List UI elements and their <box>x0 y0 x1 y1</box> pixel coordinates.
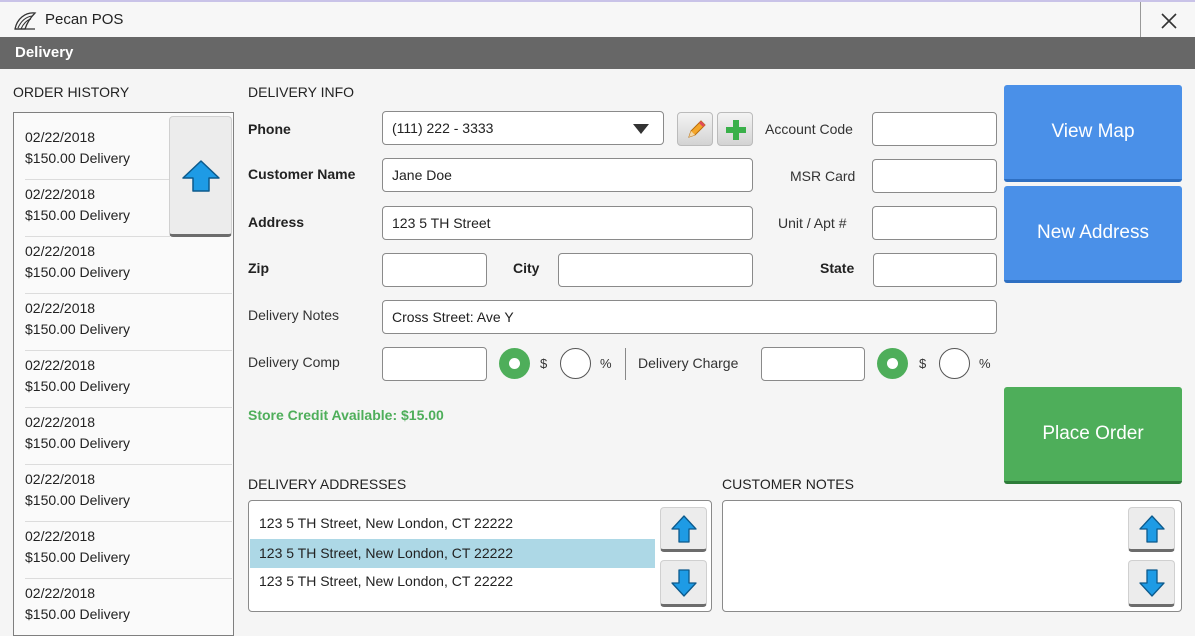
new-address-button[interactable]: New Address <box>1004 186 1182 283</box>
charge-percent-radio[interactable] <box>939 348 970 379</box>
charge-percent-label: % <box>979 356 991 371</box>
delivery-notes-label: Delivery Notes <box>248 307 340 323</box>
list-item[interactable]: 02/22/2018 $150.00 Delivery <box>25 579 232 635</box>
charge-dollar-radio[interactable] <box>877 348 908 379</box>
list-item[interactable]: 02/22/2018 $150.00 Delivery <box>25 522 232 579</box>
app-title: Pecan POS <box>45 11 124 28</box>
list-item[interactable]: 02/22/2018 $150.00 Delivery <box>25 408 232 465</box>
order-date: 02/22/2018 <box>25 186 96 202</box>
order-date: 02/22/2018 <box>25 243 96 259</box>
order-date: 02/22/2018 <box>25 528 96 544</box>
phone-select[interactable]: (111) 222 - 3333 <box>382 111 664 145</box>
address-label: Address <box>248 214 305 230</box>
delivery-charge-label: Delivery Charge <box>638 355 739 371</box>
delivery-comp-input[interactable] <box>382 347 487 381</box>
unit-input[interactable] <box>872 206 997 240</box>
order-history-list: 02/22/2018 $150.00 Delivery 02/22/2018 $15… <box>13 112 234 636</box>
plus-icon <box>726 120 746 140</box>
order-history-header: ORDER HISTORY <box>13 84 130 100</box>
order-desc: $150.00 Delivery <box>25 492 131 508</box>
order-desc: $150.00 Delivery <box>25 150 131 166</box>
customer-name-input[interactable]: Jane Doe <box>382 158 753 192</box>
notes-scroll-down-button[interactable] <box>1128 560 1175 607</box>
order-desc: $150.00 Delivery <box>25 378 131 394</box>
order-desc: $150.00 Delivery <box>25 321 131 337</box>
account-code-label: Account Code <box>765 121 853 137</box>
customer-name-label: Customer Name <box>248 166 356 182</box>
edit-phone-button[interactable] <box>677 112 713 146</box>
list-item[interactable]: 123 5 TH Street, New London, CT 22222 <box>250 509 655 538</box>
comp-dollar-label: $ <box>540 356 548 371</box>
view-map-button[interactable]: View Map <box>1004 85 1182 182</box>
order-date: 02/22/2018 <box>25 414 96 430</box>
arrow-down-icon <box>670 568 697 597</box>
delivery-info-header: DELIVERY INFO <box>248 84 355 100</box>
customer-notes-header: CUSTOMER NOTES <box>722 476 854 492</box>
comp-percent-radio[interactable] <box>560 348 591 379</box>
order-date: 02/22/2018 <box>25 585 96 601</box>
order-desc: $150.00 Delivery <box>25 549 131 565</box>
phone-label: Phone <box>248 121 291 137</box>
delivery-charge-input[interactable] <box>761 347 865 381</box>
arrow-up-icon <box>1138 514 1165 543</box>
state-input[interactable] <box>873 253 997 287</box>
add-phone-button[interactable] <box>717 112 753 146</box>
pencil-icon <box>688 120 706 138</box>
close-icon[interactable] <box>1156 8 1182 34</box>
section-title: Delivery <box>0 37 1195 69</box>
order-desc: $150.00 Delivery <box>25 264 131 280</box>
address-input[interactable]: 123 5 TH Street <box>382 206 753 240</box>
list-item[interactable]: 02/22/2018 $150.00 Delivery <box>25 237 232 294</box>
account-code-input[interactable] <box>872 112 997 146</box>
unit-label: Unit / Apt # <box>778 215 847 231</box>
list-item[interactable]: 02/22/2018 $150.00 Delivery <box>25 465 232 522</box>
pecan-logo-icon <box>14 12 37 30</box>
list-item[interactable]: 123 5 TH Street, New London, CT 22222 <box>250 567 655 596</box>
store-credit-text: Store Credit Available: $15.00 <box>248 407 444 423</box>
order-desc: $150.00 Delivery <box>25 606 131 622</box>
zip-input[interactable] <box>382 253 487 287</box>
zip-label: Zip <box>248 260 269 276</box>
state-label: State <box>820 260 855 276</box>
delivery-comp-label: Delivery Comp <box>248 354 340 370</box>
comp-percent-label: % <box>600 356 612 371</box>
list-item[interactable]: 02/22/2018 $150.00 Delivery <box>25 351 232 408</box>
list-item[interactable]: 123 5 TH Street, New London, CT 22222 <box>250 539 655 568</box>
delivery-notes-input[interactable]: Cross Street: Ave Y <box>382 300 997 334</box>
order-date: 02/22/2018 <box>25 300 96 316</box>
order-date: 02/22/2018 <box>25 471 96 487</box>
order-date: 02/22/2018 <box>25 129 96 145</box>
title-separator <box>1140 2 1141 37</box>
title-bar: Pecan POS <box>0 0 1195 37</box>
divider <box>625 348 626 380</box>
comp-dollar-radio[interactable] <box>499 348 530 379</box>
phone-value: (111) 222 - 3333 <box>392 120 494 136</box>
dropdown-arrow-icon <box>633 124 649 134</box>
list-item[interactable]: 02/22/2018 $150.00 Delivery <box>25 123 170 180</box>
list-item[interactable]: 02/22/2018 $150.00 Delivery <box>25 180 170 237</box>
arrow-up-icon <box>181 159 220 192</box>
addresses-scroll-down-button[interactable] <box>660 560 707 607</box>
delivery-addresses-header: DELIVERY ADDRESSES <box>248 476 407 492</box>
charge-dollar-label: $ <box>919 356 927 371</box>
city-input[interactable] <box>558 253 753 287</box>
msr-card-input[interactable] <box>872 159 997 193</box>
addresses-scroll-up-button[interactable] <box>660 507 707 552</box>
delivery-addresses-list: 123 5 TH Street, New London, CT 22222 12… <box>248 500 712 612</box>
place-order-button[interactable]: Place Order <box>1004 387 1182 484</box>
order-desc: $150.00 Delivery <box>25 207 131 223</box>
customer-notes-area[interactable] <box>722 500 1182 612</box>
arrow-up-icon <box>670 514 697 543</box>
order-desc: $150.00 Delivery <box>25 435 131 451</box>
city-label: City <box>513 260 540 276</box>
list-item[interactable]: 02/22/2018 $150.00 Delivery <box>25 294 232 351</box>
notes-scroll-up-button[interactable] <box>1128 507 1175 552</box>
history-scroll-up-button[interactable] <box>169 116 232 237</box>
msr-card-label: MSR Card <box>790 168 856 184</box>
arrow-down-icon <box>1138 568 1165 597</box>
order-date: 02/22/2018 <box>25 357 96 373</box>
